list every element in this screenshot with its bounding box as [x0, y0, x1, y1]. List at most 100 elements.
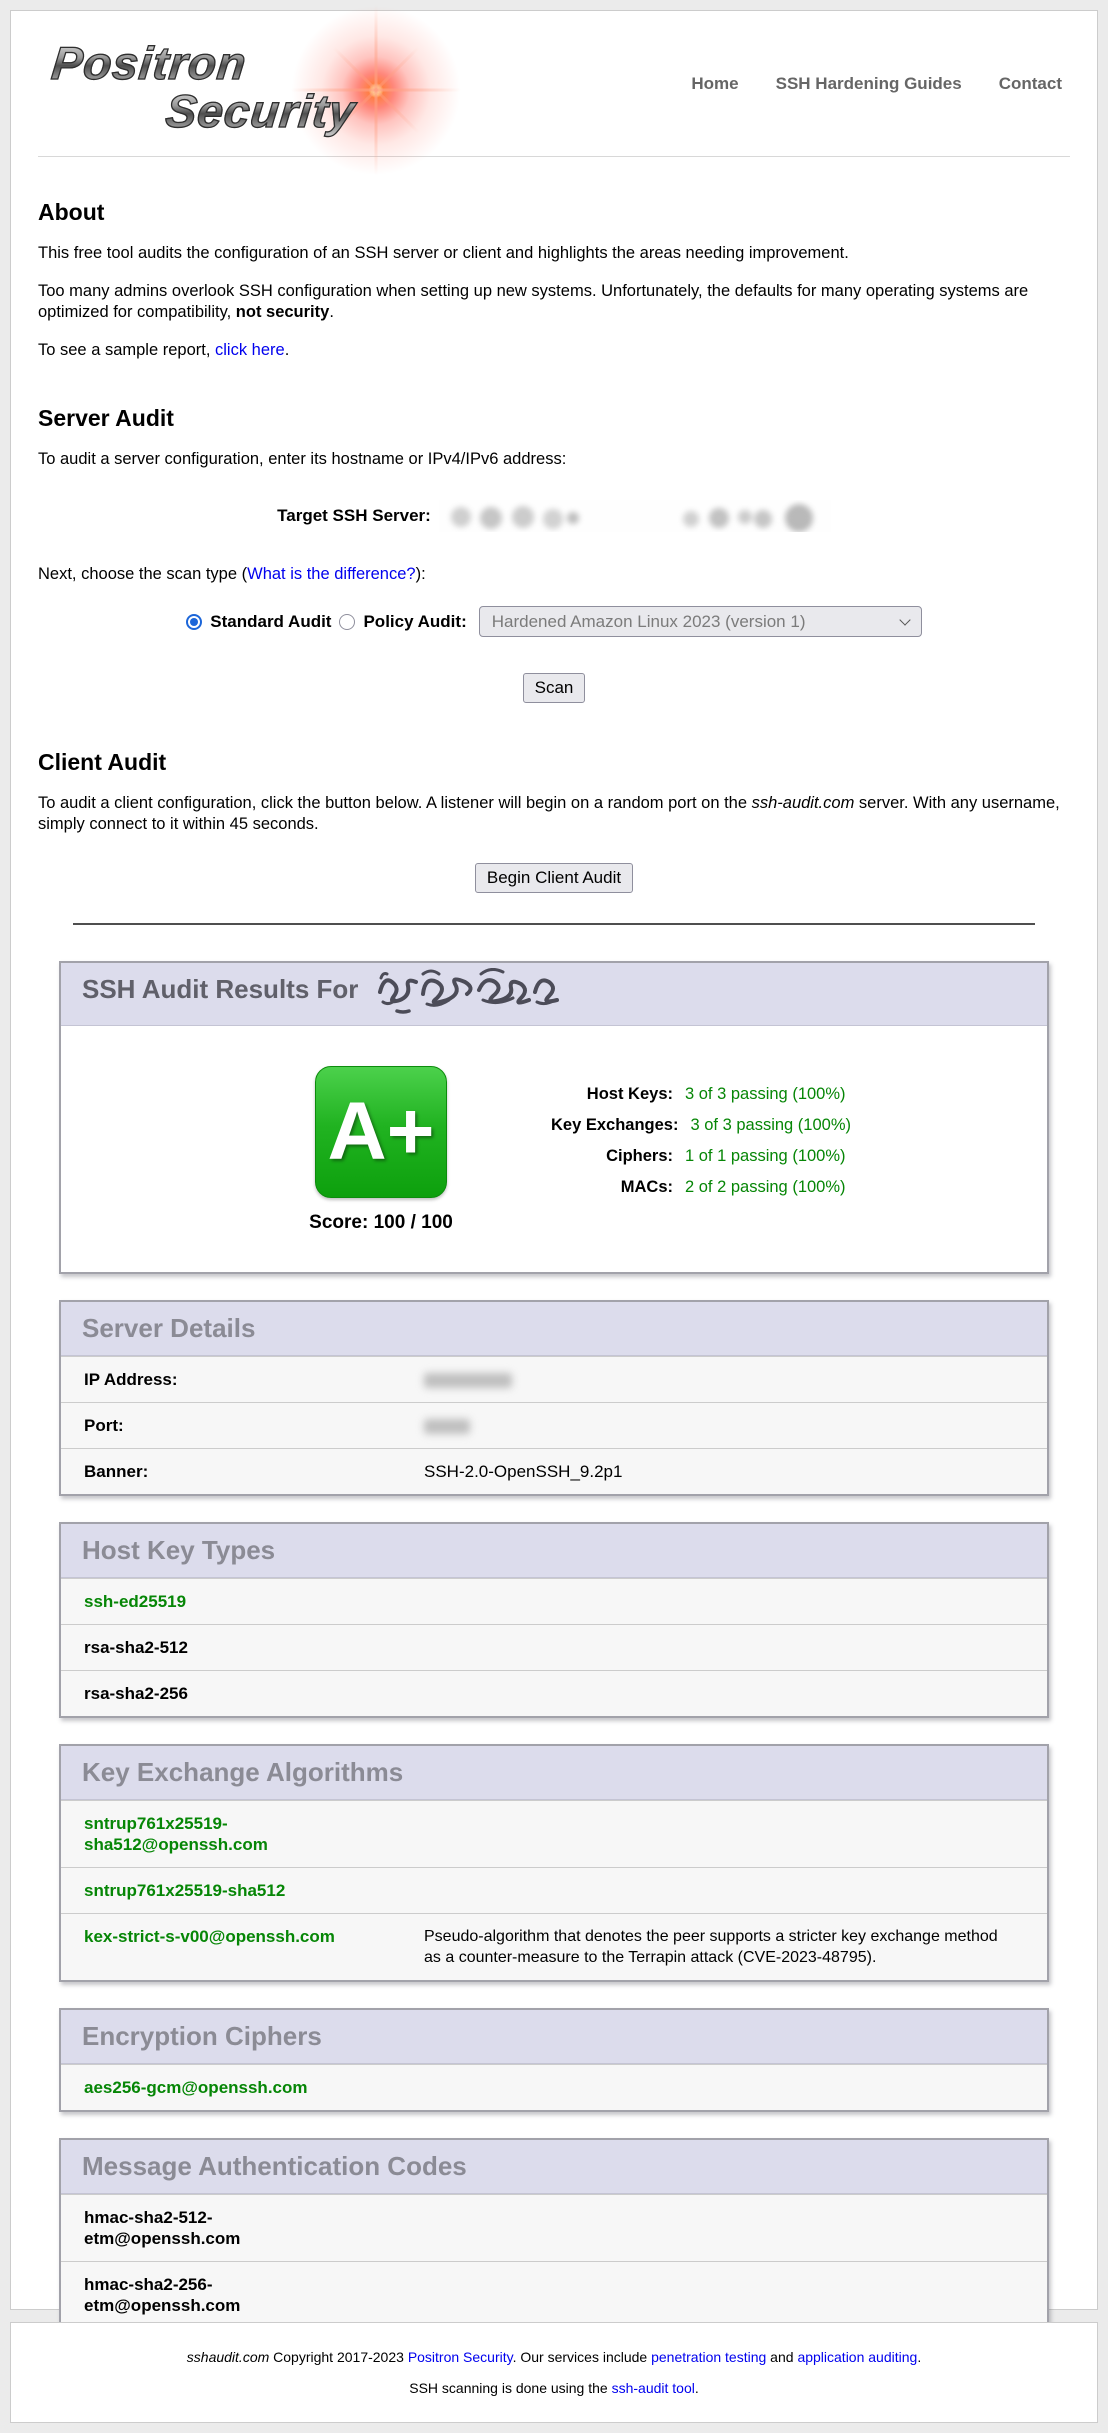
scan-type-difference-link[interactable]: What is the difference? [247, 565, 415, 583]
standard-audit-radio[interactable] [186, 614, 202, 630]
about-p3-end: . [285, 341, 290, 359]
server-audit-intro: To audit a server configuration, enter i… [38, 449, 1070, 470]
logo-text-line1: Positron [49, 36, 249, 90]
begin-client-audit-row: Begin Client Audit [38, 863, 1070, 893]
about-paragraph-1: This free tool audits the configuration … [38, 243, 1070, 264]
nav-link-guides[interactable]: SSH Hardening Guides [776, 74, 962, 94]
kex-header: Key Exchange Algorithms [61, 1746, 1047, 1800]
footer-text: and [766, 2349, 797, 2365]
host-key-types-header: Host Key Types [61, 1524, 1047, 1578]
redacted-value-smudge [424, 1419, 470, 1434]
detail-label: IP Address: [84, 1369, 414, 1390]
begin-client-audit-button[interactable]: Begin Client Audit [475, 863, 633, 893]
page-background: { "logo": { "line1": "Positron", "line2"… [0, 0, 1108, 2433]
stat-label: Host Keys: [551, 1084, 673, 1104]
main-card: Positron Security Home SSH Hardening Gui… [10, 10, 1098, 2310]
algorithm-row: kex-strict-s-v00@openssh.com Pseudo-algo… [61, 1913, 1047, 1980]
algorithm-note [424, 1813, 999, 1855]
results-separator [73, 923, 1035, 925]
macs-title: Message Authentication Codes [82, 2151, 467, 2181]
main-nav: Home SSH Hardening Guides Contact [691, 74, 1070, 94]
footer-line-2: SSH scanning is done using the ssh-audit… [11, 2380, 1097, 2396]
target-ssh-server-input[interactable] [439, 500, 831, 532]
redacted-value-smudge [424, 1373, 512, 1388]
stat-row: Host Keys: 3 of 3 passing (100%) [551, 1084, 851, 1104]
grade-column: A+ Score: 100 / 100 [211, 1066, 551, 1234]
stat-value: 1 of 1 passing (100%) [685, 1146, 846, 1166]
nav-link-contact[interactable]: Contact [999, 74, 1062, 94]
detail-value [424, 1415, 1024, 1436]
grade-badge: A+ [315, 1066, 447, 1198]
results-panel-title: SSH Audit Results For [82, 974, 358, 1004]
client-audit-paragraph: To audit a client configuration, click t… [38, 793, 1070, 835]
about-p2-end: . [329, 303, 334, 321]
client-audit-text: To audit a client configuration, click t… [38, 794, 752, 812]
scan-button-row: Scan [38, 673, 1070, 703]
stat-row: Key Exchanges: 3 of 3 passing (100%) [551, 1115, 851, 1135]
page-footer: sshaudit.com Copyright 2017-2023 Positro… [10, 2322, 1098, 2423]
standard-audit-label[interactable]: Standard Audit [210, 612, 331, 632]
kex-title: Key Exchange Algorithms [82, 1757, 403, 1787]
sample-report-link[interactable]: click here [215, 341, 285, 359]
scan-type-text: Next, choose the scan type (What is the … [38, 565, 1070, 584]
algorithm-row: sntrup761x25519- sha512@openssh.com [61, 1800, 1047, 1867]
detail-value: SSH-2.0-OpenSSH_9.2p1 [424, 1461, 1024, 1482]
algorithm-name: sntrup761x25519- sha512@openssh.com [84, 1813, 414, 1855]
detail-row-ip: IP Address: [61, 1356, 1047, 1402]
target-ssh-server-row: Target SSH Server: [38, 500, 1070, 532]
algorithm-name: aes256-gcm@openssh.com [84, 2078, 308, 2097]
policy-audit-radio[interactable] [339, 614, 355, 630]
footer-copy-text: Copyright 2017-2023 [269, 2349, 408, 2365]
algorithm-name: kex-strict-s-v00@openssh.com [84, 1926, 414, 1968]
algorithm-note: Pseudo-algorithm that denotes the peer s… [424, 1926, 999, 1968]
chevron-down-icon [899, 614, 910, 625]
algorithm-name: rsa-sha2-512 [84, 1638, 188, 1657]
footer-link-pentest[interactable]: penetration testing [651, 2349, 766, 2365]
stats-list: Host Keys: 3 of 3 passing (100%) Key Exc… [551, 1084, 851, 1234]
algorithm-name: hmac-sha2-512- etm@openssh.com [84, 2208, 240, 2248]
stat-row: MACs: 2 of 2 passing (100%) [551, 1177, 851, 1197]
score-text: Score: 100 / 100 [309, 1212, 453, 1234]
footer-link-sshaudit-tool[interactable]: ssh-audit tool [612, 2380, 695, 2396]
results-panel-header: SSH Audit Results For [61, 963, 1047, 1026]
server-audit-title: Server Audit [38, 405, 1070, 432]
policy-select[interactable]: Hardened Amazon Linux 2023 (version 1) [479, 606, 922, 637]
radio-dot [190, 618, 198, 626]
footer-site-name: sshaudit.com [187, 2349, 269, 2365]
algorithm-row: hmac-sha2-256- etm@openssh.com [61, 2261, 1047, 2328]
detail-row-banner: Banner: SSH-2.0-OpenSSH_9.2p1 [61, 1448, 1047, 1494]
algorithm-name: rsa-sha2-256 [84, 1684, 188, 1703]
nav-link-home[interactable]: Home [691, 74, 738, 94]
stat-label: Ciphers: [551, 1146, 673, 1166]
logo-text-line2: Security [163, 84, 358, 138]
ciphers-header: Encryption Ciphers [61, 2010, 1047, 2064]
about-p2-bold: not security [236, 303, 330, 321]
algorithm-note [424, 1880, 999, 1901]
footer-link-positron[interactable]: Positron Security [408, 2349, 513, 2365]
about-p2-text: Too many admins overlook SSH configurati… [38, 282, 1028, 321]
stat-value: 3 of 3 passing (100%) [690, 1115, 851, 1135]
footer-text: SSH scanning is done using the [409, 2380, 611, 2396]
detail-label: Port: [84, 1415, 414, 1436]
footer-line-1: sshaudit.com Copyright 2017-2023 Positro… [11, 2349, 1097, 2365]
algorithm-name: hmac-sha2-256- etm@openssh.com [84, 2275, 240, 2315]
about-title: About [38, 199, 1070, 226]
macs-header: Message Authentication Codes [61, 2140, 1047, 2194]
algorithm-row: sntrup761x25519-sha512 [61, 1867, 1047, 1913]
scan-type-choice-row: Standard Audit Policy Audit: Hardened Am… [38, 606, 1070, 637]
ciphers-title: Encryption Ciphers [82, 2021, 322, 2051]
footer-link-appaudit[interactable]: application auditing [797, 2349, 917, 2365]
client-audit-title: Client Audit [38, 749, 1070, 776]
about-p3-text: To see a sample report, [38, 341, 215, 359]
detail-row-port: Port: [61, 1402, 1047, 1448]
policy-select-value: Hardened Amazon Linux 2023 (version 1) [492, 612, 806, 632]
footer-text: . [695, 2380, 699, 2396]
host-key-types-panel: Host Key Types ssh-ed25519 rsa-sha2-512 … [59, 1522, 1049, 1718]
results-panel-body: A+ Score: 100 / 100 Host Keys: 3 of 3 pa… [61, 1026, 1047, 1272]
policy-audit-label[interactable]: Policy Audit: [363, 612, 466, 632]
scan-button[interactable]: Scan [523, 673, 586, 703]
algorithm-row: aes256-gcm@openssh.com [61, 2064, 1047, 2110]
scan-type-post: ): [416, 565, 426, 583]
host-key-types-title: Host Key Types [82, 1535, 275, 1565]
algorithm-name: sntrup761x25519-sha512 [84, 1880, 414, 1901]
